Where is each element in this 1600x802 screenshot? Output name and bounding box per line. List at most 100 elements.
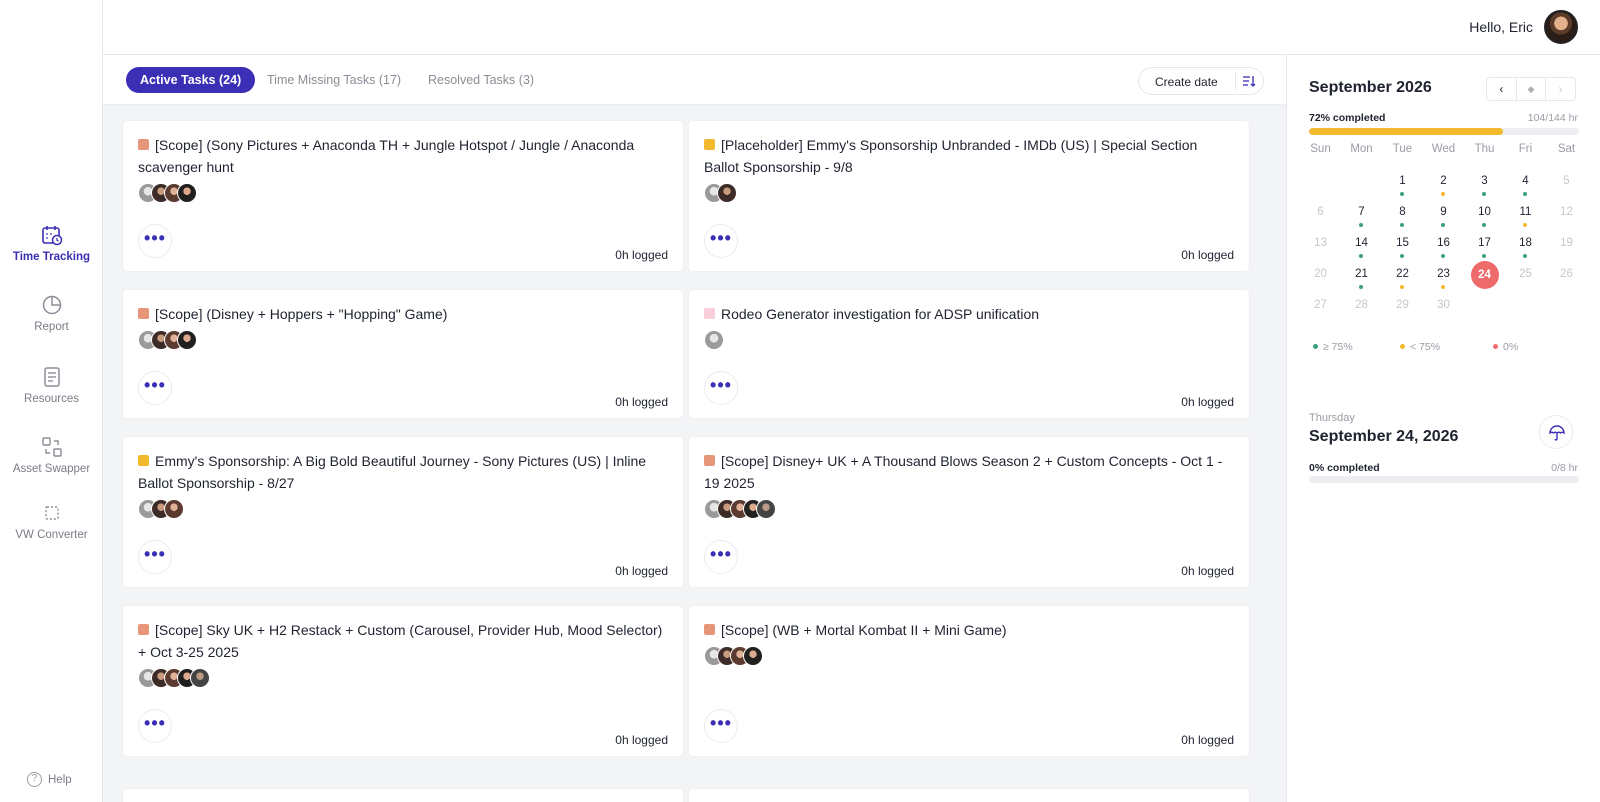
day-status-dot bbox=[1441, 285, 1445, 289]
help-link[interactable]: ? Help bbox=[27, 772, 72, 787]
assignee-avatars bbox=[704, 646, 763, 666]
nav-asset-swapper[interactable]: Asset Swapper bbox=[0, 436, 103, 475]
nav-resources[interactable]: Resources bbox=[0, 366, 103, 405]
day-number: 19 bbox=[1560, 237, 1573, 249]
task-card[interactable] bbox=[689, 789, 1249, 802]
calendar-day[interactable]: 2 bbox=[1423, 175, 1464, 196]
assignee-avatars bbox=[138, 330, 197, 350]
day-number: 28 bbox=[1355, 299, 1368, 311]
assignee-avatars bbox=[138, 499, 184, 519]
day-status-dot bbox=[1441, 254, 1445, 258]
day-status-dot bbox=[1482, 192, 1486, 196]
calendar-day[interactable]: 11 bbox=[1505, 206, 1546, 227]
nav-report[interactable]: Report bbox=[0, 294, 103, 333]
task-title: [Scope] Disney+ UK + A Thousand Blows Se… bbox=[704, 450, 1231, 494]
weekday-label: Fri bbox=[1518, 143, 1533, 155]
task-card[interactable]: [Scope] Disney+ UK + A Thousand Blows Se… bbox=[689, 437, 1249, 587]
today-button[interactable]: ◆ bbox=[1517, 78, 1547, 100]
tab-resolved-tasks[interactable]: Resolved Tasks (3) bbox=[414, 67, 548, 93]
calendar-day[interactable]: 4 bbox=[1505, 175, 1546, 196]
calendar-day[interactable]: 26 bbox=[1546, 268, 1587, 280]
selected-day-date: September 24, 2026 bbox=[1309, 428, 1459, 445]
task-card[interactable]: [Scope] (Disney + Hoppers + "Hopping" Ga… bbox=[123, 290, 683, 418]
calendar-month-title: September 2026 bbox=[1309, 79, 1432, 96]
day-number: 15 bbox=[1396, 237, 1409, 249]
task-title-text: [Scope] Disney+ UK + A Thousand Blows Se… bbox=[704, 453, 1223, 491]
calendar-day[interactable]: 25 bbox=[1505, 268, 1546, 280]
task-card[interactable]: [Scope] (Sony Pictures + Anaconda TH + J… bbox=[123, 121, 683, 271]
calendar-day[interactable]: 6 bbox=[1300, 206, 1341, 218]
day-status-dot bbox=[1359, 285, 1363, 289]
tab-active-tasks[interactable]: Active Tasks (24) bbox=[126, 67, 256, 93]
task-title: [Placeholder] Emmy's Sponsorship Unbrand… bbox=[704, 134, 1231, 178]
calendar-day[interactable]: 19 bbox=[1546, 237, 1587, 249]
nav-label: Report bbox=[34, 321, 69, 333]
sort-order-icon[interactable] bbox=[1242, 74, 1256, 88]
task-card[interactable]: [Scope] Sky UK + H2 Restack + Custom (Ca… bbox=[123, 606, 683, 756]
more-options-button[interactable]: ••• bbox=[138, 540, 172, 574]
legend-label: < 75% bbox=[1410, 341, 1441, 353]
calendar-day-today[interactable]: 24 bbox=[1464, 261, 1505, 289]
calendar-clock-icon bbox=[41, 226, 62, 246]
day-number: 27 bbox=[1314, 299, 1327, 311]
logged-hours: 0h logged bbox=[615, 248, 668, 262]
more-options-button[interactable]: ••• bbox=[704, 371, 738, 405]
task-card[interactable] bbox=[123, 789, 683, 802]
calendar-day[interactable]: 3 bbox=[1464, 175, 1505, 196]
calendar-day[interactable]: 22 bbox=[1382, 268, 1423, 289]
calendar-day[interactable]: 18 bbox=[1505, 237, 1546, 258]
task-title-text: [Scope] (Disney + Hoppers + "Hopping" Ga… bbox=[155, 306, 448, 322]
calendar-day[interactable]: 28 bbox=[1341, 299, 1382, 311]
more-options-button[interactable]: ••• bbox=[704, 540, 738, 574]
calendar-day[interactable]: 8 bbox=[1382, 206, 1423, 227]
more-options-button[interactable]: ••• bbox=[138, 224, 172, 258]
calendar-day[interactable]: 1 bbox=[1382, 175, 1423, 196]
task-title-text: Rodeo Generator investigation for ADSP u… bbox=[721, 306, 1040, 322]
calendar-day[interactable]: 27 bbox=[1300, 299, 1341, 311]
task-card[interactable]: [Placeholder] Emmy's Sponsorship Unbrand… bbox=[689, 121, 1249, 271]
calendar-day[interactable]: 20 bbox=[1300, 268, 1341, 280]
nav-vw-converter[interactable]: VW Converter bbox=[0, 502, 103, 541]
day-number: 3 bbox=[1481, 175, 1488, 187]
tab-time-missing-tasks[interactable]: Time Missing Tasks (17) bbox=[253, 67, 415, 93]
calendar-day[interactable]: 30 bbox=[1423, 299, 1464, 311]
calendar-day[interactable]: 29 bbox=[1382, 299, 1423, 311]
nav-time-tracking[interactable]: Time Tracking bbox=[0, 224, 103, 263]
sort-control[interactable]: Create date bbox=[1138, 67, 1264, 95]
nav-label: Resources bbox=[24, 393, 79, 405]
calendar-day[interactable]: 10 bbox=[1464, 206, 1505, 227]
task-card[interactable]: Emmy's Sponsorship: A Big Bold Beautiful… bbox=[123, 437, 683, 587]
task-card[interactable]: [Scope] (WB + Mortal Kombat II + Mini Ga… bbox=[689, 606, 1249, 756]
day-status-dot bbox=[1359, 223, 1363, 227]
calendar-day[interactable]: 15 bbox=[1382, 237, 1423, 258]
calendar-day[interactable]: 21 bbox=[1341, 268, 1382, 289]
legend-label: ≥ 75% bbox=[1323, 341, 1353, 353]
day-number: 11 bbox=[1519, 206, 1532, 218]
calendar-day[interactable]: 13 bbox=[1300, 237, 1341, 249]
leave-button[interactable] bbox=[1539, 415, 1573, 449]
more-options-button[interactable]: ••• bbox=[138, 709, 172, 743]
day-number: 14 bbox=[1355, 237, 1368, 249]
more-options-button[interactable]: ••• bbox=[704, 709, 738, 743]
logged-hours: 0h logged bbox=[1181, 395, 1234, 409]
calendar-day[interactable]: 9 bbox=[1423, 206, 1464, 227]
calendar-day[interactable]: 16 bbox=[1423, 237, 1464, 258]
calendar-day[interactable]: 17 bbox=[1464, 237, 1505, 258]
more-options-button[interactable]: ••• bbox=[138, 371, 172, 405]
logged-hours: 0h logged bbox=[1181, 564, 1234, 578]
next-month-button[interactable]: › bbox=[1546, 78, 1575, 100]
calendar-day[interactable]: 5 bbox=[1546, 175, 1587, 187]
more-options-button[interactable]: ••• bbox=[704, 224, 738, 258]
task-card[interactable]: Rodeo Generator investigation for ADSP u… bbox=[689, 290, 1249, 418]
calendar-nav: ‹ ◆ › bbox=[1486, 77, 1576, 101]
calendar-day[interactable]: 14 bbox=[1341, 237, 1382, 258]
prev-month-button[interactable]: ‹ bbox=[1487, 78, 1517, 100]
day-number: 18 bbox=[1519, 237, 1532, 249]
calendar-day[interactable]: 23 bbox=[1423, 268, 1464, 289]
calendar-day[interactable]: 7 bbox=[1341, 206, 1382, 227]
assignee-avatars bbox=[138, 183, 197, 203]
calendar-day[interactable]: 12 bbox=[1546, 206, 1587, 218]
user-avatar[interactable] bbox=[1544, 10, 1578, 44]
day-number: 21 bbox=[1355, 268, 1368, 280]
assignee-avatars bbox=[704, 499, 776, 519]
